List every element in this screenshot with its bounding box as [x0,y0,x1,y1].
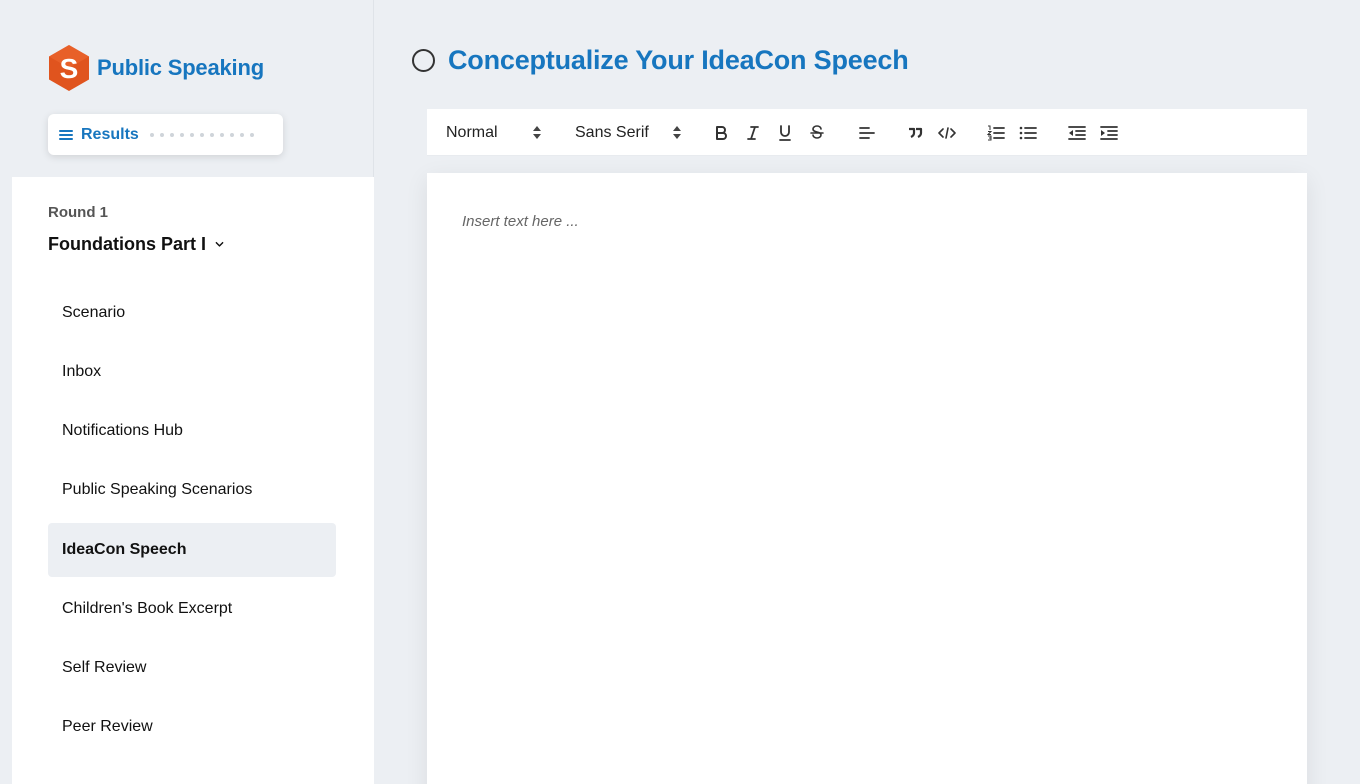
results-button[interactable]: Results [48,114,283,155]
progress-dot [189,132,194,137]
progress-dot [239,132,244,137]
ordered-list-icon [987,125,1005,141]
nav-item-label: Peer Review [62,718,153,735]
chevron-down-icon [215,241,224,247]
results-label: Results [81,125,139,143]
select-arrows-icon [673,126,681,139]
nav-item-childrens-book-excerpt[interactable]: Children's Book Excerpt [48,582,336,636]
progress-dot [219,132,224,137]
nav-item-notifications-hub[interactable]: Notifications Hub [48,404,336,458]
format-select-value: Normal [446,123,498,141]
nav-item-label: Scenario [62,304,126,321]
nav-item-self-review[interactable]: Self Review [48,641,336,695]
progress-dot [179,132,184,137]
code-block-icon [938,127,956,139]
progress-dot [249,132,254,137]
section-title: Foundations Part I [48,234,207,254]
italic-button[interactable] [741,121,765,145]
bold-icon [716,126,727,140]
indent-icon [1100,126,1118,140]
format-select[interactable]: Normal [446,109,546,156]
page-header: Conceptualize Your IdeaCon Speech [412,42,909,78]
progress-dots [149,132,254,137]
underline-button[interactable] [773,121,797,145]
logo-letter: S [60,53,79,84]
page-title: Conceptualize Your IdeaCon Speech [448,44,909,75]
underline-icon [779,125,791,141]
nav-panel: Round 1 Foundations Part I Scenario Inbo… [12,177,374,784]
round-label: Round 1 [48,204,108,221]
bullet-list-button[interactable] [1016,121,1040,145]
editor-toolbar: Normal Sans Serif [427,109,1307,156]
progress-dot [169,132,174,137]
progress-dot [159,132,164,137]
nav-item-label: Public Speaking Scenarios [62,481,253,498]
ordered-list-button[interactable] [984,121,1008,145]
progress-dot [199,132,204,137]
text-editor[interactable]: Insert text here ... [427,173,1307,784]
progress-dot [209,132,214,137]
outdent-button[interactable] [1065,121,1089,145]
nav-item-ideacon-speech[interactable]: IdeaCon Speech [48,523,336,577]
completion-status-icon[interactable] [412,48,435,72]
nav-item-label: IdeaCon Speech [62,541,187,558]
bold-button[interactable] [709,121,733,145]
bullet-list-icon [1019,126,1037,140]
code-block-button[interactable] [935,121,959,145]
nav-item-label: Notifications Hub [62,422,183,439]
nav-item-label: Self Review [62,659,147,676]
indent-button[interactable] [1097,121,1121,145]
progress-dot [149,132,154,137]
blockquote-icon [909,127,923,138]
public-speaking-logo-icon: S [49,45,89,91]
sidebar: S Public Speaking Results Round 1 Founda… [0,0,374,784]
nav-item-label: Inbox [62,363,102,380]
progress-dot [229,132,234,137]
align-left-button[interactable] [855,121,879,145]
section-dropdown[interactable]: Foundations Part I [48,234,224,255]
strikethrough-icon [810,125,824,139]
strikethrough-button[interactable] [805,121,829,145]
nav-item-label: Children's Book Excerpt [62,600,233,617]
outdent-icon [1068,126,1086,140]
align-left-icon [859,127,875,139]
nav-item-scenario[interactable]: Scenario [48,286,336,340]
blockquote-button[interactable] [903,121,927,145]
nav-item-inbox[interactable]: Inbox [48,345,336,399]
editor-placeholder[interactable]: Insert text here ... [462,213,579,230]
nav-item-peer-review[interactable]: Peer Review [48,700,336,754]
brand-title: Public Speaking [97,55,264,80]
brand[interactable]: S Public Speaking [48,44,264,92]
font-select-value: Sans Serif [575,123,649,141]
menu-icon [59,129,73,141]
select-arrows-icon [533,126,541,139]
font-select[interactable]: Sans Serif [575,109,685,156]
nav-item-public-speaking-scenarios[interactable]: Public Speaking Scenarios [48,463,336,517]
italic-icon [747,126,759,140]
